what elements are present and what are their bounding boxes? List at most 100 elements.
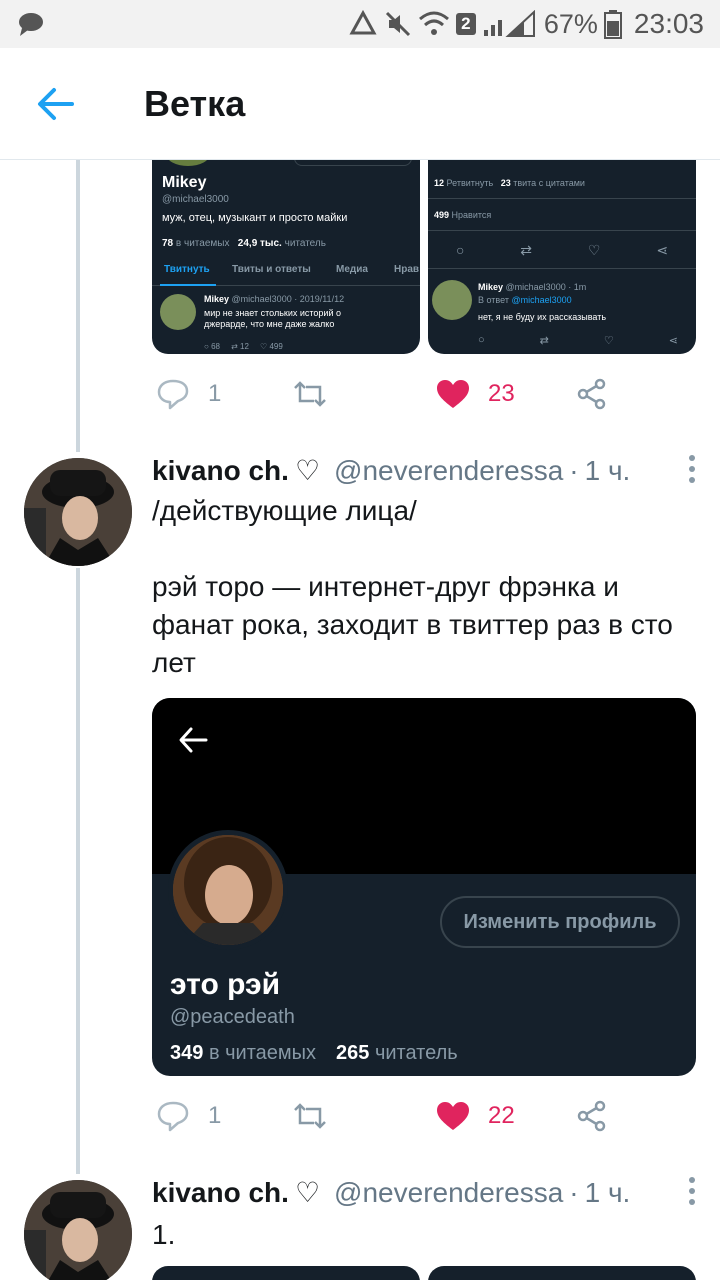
tweet-time: 1 ч.: [584, 1176, 631, 1208]
retweet-button[interactable]: [292, 1101, 328, 1131]
tweet-time: 1 ч.: [584, 454, 631, 486]
more-options-button[interactable]: [688, 454, 696, 491]
embedded-retweets-count: 12: [434, 178, 445, 188]
clock: 23:03: [633, 8, 704, 39]
page-title: Ветка: [144, 82, 246, 124]
embedded-profile-name: Mikey: [162, 174, 207, 191]
like-count: 22: [488, 1102, 515, 1129]
like-button[interactable]: 23: [436, 379, 515, 409]
embedded-reply-avatar: [432, 280, 472, 320]
share-button[interactable]: [576, 1100, 608, 1132]
tweet-handle[interactable]: @neverenderessa: [334, 455, 563, 487]
thread-line: [76, 568, 80, 1174]
embedded-likes-label: Нравится: [451, 210, 492, 220]
embedded-reply-author: Mikey: [478, 282, 504, 292]
tweet-text: /действующие лица/ рэй торо — интернет-д…: [152, 495, 673, 678]
tweet-image-profile[interactable]: Mikey @michael3000 муж, отец, музыкант и…: [152, 160, 420, 354]
tweet-username[interactable]: kivano ch.: [152, 1177, 289, 1209]
reply-count: 1: [208, 380, 222, 407]
embedded-tab: Твиты и ответы: [232, 264, 311, 275]
tweet-image[interactable]: [152, 1266, 420, 1280]
share-button[interactable]: [576, 378, 608, 410]
embedded-followers-count: 24,9 тыс.: [237, 238, 282, 249]
share-icon: [577, 1100, 606, 1132]
profile-card-name: это рэй: [170, 968, 281, 1001]
embedded-reply-meta: @michael3000 · 1m: [505, 282, 587, 292]
embedded-tweet-author: Mikey: [204, 294, 230, 304]
profile-card-stats: 349 в читаемых 265 читатель: [170, 1042, 458, 1065]
heart-filled-icon: [437, 380, 469, 408]
followers-label: читатель: [374, 1042, 458, 1064]
tweet-text: 1.: [152, 1219, 176, 1250]
retweet-button[interactable]: [292, 379, 328, 409]
embedded-retweet-count: 12: [240, 342, 249, 351]
thread-line: [76, 160, 80, 452]
embedded-tab: Медиа: [336, 264, 368, 275]
embedded-reply-to-handle: @michael3000: [511, 295, 572, 305]
mute-icon: [385, 11, 410, 37]
embedded-retweets-label: Ретвитнуть: [446, 178, 494, 188]
tweet-header: kivano ch. ♡ @neverenderessa · 1 ч.: [152, 1176, 700, 1209]
tweet-actions: 1 23: [152, 364, 696, 424]
profile-card-avatar: [168, 830, 288, 950]
embedded-reply-text: нет, я не буду их рассказывать: [478, 312, 607, 322]
retweet-icon: [294, 381, 326, 407]
more-vertical-icon: [689, 455, 695, 483]
reply-button[interactable]: 1: [156, 1100, 221, 1132]
battery-percent: 67%: [543, 8, 598, 39]
card-back-arrow: [178, 726, 208, 759]
tweet-header: kivano ch. ♡ @neverenderessa · 1 ч.: [152, 454, 700, 487]
sim-badge: 2: [455, 13, 476, 35]
status-bar: 2 67% 23:03: [0, 0, 720, 48]
embedded-likes-count: 499: [434, 210, 450, 220]
avatar[interactable]: [24, 1180, 132, 1280]
separator-dot: ·: [569, 454, 579, 486]
embedded-like-count: 499: [269, 342, 283, 351]
embedded-tab: Нрав: [394, 264, 420, 275]
share-icon: [577, 378, 606, 410]
embedded-tweet-text: мир не знает стольких историй о джерарде…: [204, 308, 341, 329]
embedded-quotes-count: 23: [500, 178, 511, 188]
chat-notification-icon: [19, 13, 43, 36]
tweet-image-detail[interactable]: 12 Ретвитнуть 23 твита с цитатами 499 Нр…: [428, 160, 696, 354]
signal-icon: [483, 10, 535, 37]
embedded-following-count: 78: [162, 238, 174, 249]
tweet-actions: 1 22: [152, 1086, 696, 1146]
followers-count: 265: [336, 1042, 370, 1064]
like-button[interactable]: 22: [436, 1101, 515, 1131]
back-arrow-icon: [179, 727, 208, 753]
app-bar: Ветка: [0, 48, 720, 160]
following-label: в читаемых: [208, 1042, 317, 1064]
battery-icon: [603, 10, 622, 39]
recycle-icon: [349, 10, 377, 35]
more-options-button[interactable]: [688, 1176, 696, 1213]
reply-count: 1: [208, 1102, 222, 1129]
embedded-tweet-meta: @michael3000 · 2019/11/12: [231, 294, 345, 304]
tweet-image-profile-card[interactable]: Изменить профиль это рэй @peacedeath 349…: [152, 698, 696, 1076]
back-arrow-icon: [38, 87, 74, 120]
wifi-icon: [418, 11, 449, 35]
embedded-followers-label: читатель: [284, 238, 326, 249]
separator-dot: ·: [569, 1176, 579, 1208]
avatar[interactable]: [24, 458, 132, 566]
reply-icon: [157, 1101, 189, 1132]
embedded-reply-to-label: В ответ: [478, 295, 509, 305]
embedded-profile-bio: муж, отец, музыкант и просто майки: [162, 212, 348, 224]
retweet-icon: [294, 1103, 326, 1129]
heart-outline-icon: ♡: [294, 455, 321, 486]
more-vertical-icon: [689, 1177, 695, 1205]
profile-card-handle: @peacedeath: [170, 1006, 295, 1028]
embedded-reply-count: 68: [211, 342, 220, 351]
embedded-profile-handle: @michael3000: [162, 194, 229, 205]
back-button[interactable]: [0, 48, 112, 160]
tweet-handle[interactable]: @neverenderessa: [334, 1177, 563, 1209]
tweet-username[interactable]: kivano ch.: [152, 455, 289, 487]
following-count: 349: [170, 1042, 204, 1064]
heart-filled-icon: [437, 1102, 469, 1130]
reply-button[interactable]: 1: [156, 378, 221, 410]
embedded-avatar: [160, 294, 196, 330]
edit-profile-button: Изменить профиль: [440, 896, 680, 948]
embedded-following-label: в читаемых: [175, 238, 230, 249]
embedded-tab: Твитнуть: [164, 264, 210, 275]
tweet-image[interactable]: [428, 1266, 696, 1280]
